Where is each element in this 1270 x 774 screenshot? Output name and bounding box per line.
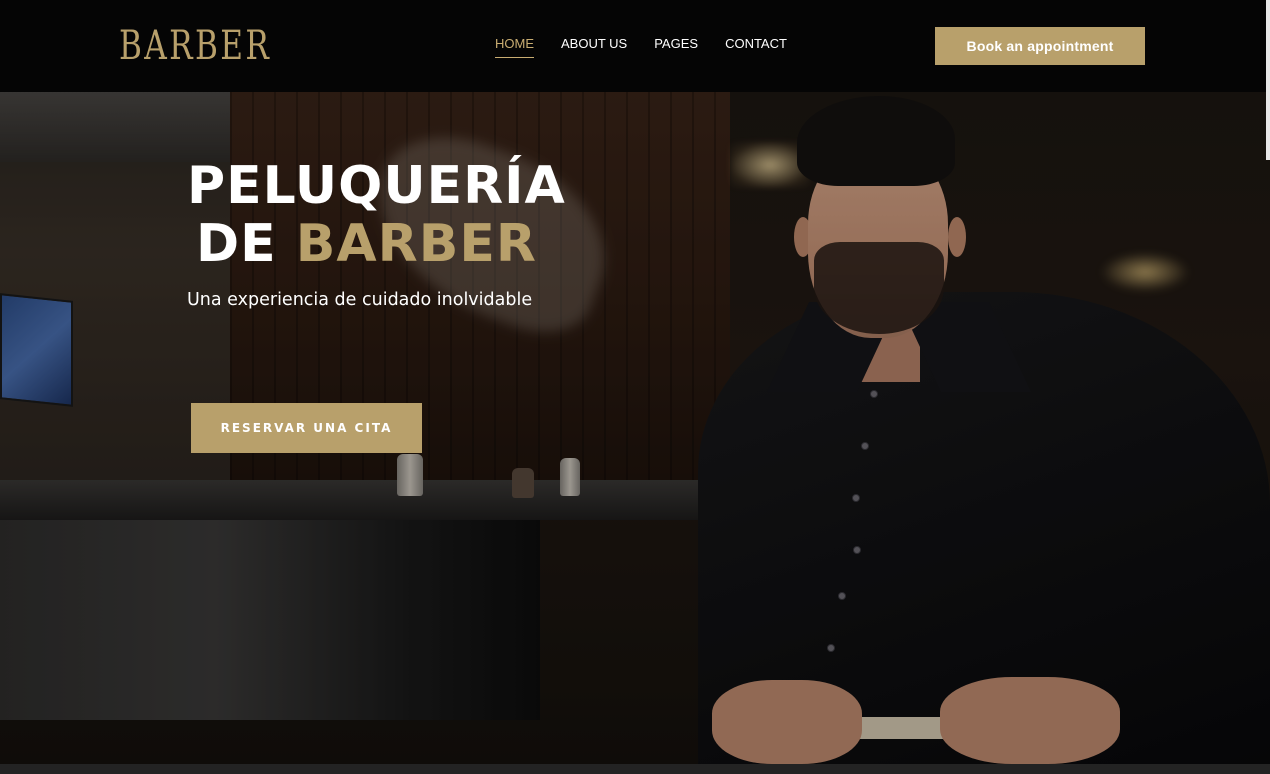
barber-ear-right [948,217,966,257]
nav-item-pages[interactable]: PAGES [654,36,698,58]
shirt-button [870,390,878,398]
shirt-button [838,592,846,600]
hero-title: PELUQUERÍA DE BARBER [187,157,647,273]
background-counter [0,480,740,520]
shirt-button [827,644,835,652]
nav-item-contact[interactable]: CONTACT [725,36,787,58]
nav-item-about-us[interactable]: ABOUT US [561,36,627,58]
barber-beard [814,242,944,334]
hero-title-de: DE [196,214,296,274]
page-scrollbar[interactable] [1266,0,1270,160]
hero-subtitle: Una experiencia de cuidado inolvidable [187,290,533,310]
nav-item-home[interactable]: HOME [495,36,534,58]
footer-strip [0,764,1270,774]
shirt-button [861,442,869,450]
site-logo[interactable]: BARBER [119,25,271,67]
shirt-button [853,546,861,554]
background-bottle [397,454,423,496]
hero-title-line1: PELUQUERÍA [187,156,566,216]
book-appointment-button[interactable]: Book an appointment [935,27,1145,65]
main-nav: HOME ABOUT US PAGES CONTACT [495,36,814,58]
barber-hand-right [940,677,1120,764]
site-header: BARBER HOME ABOUT US PAGES CONTACT Book … [0,0,1270,92]
barber-hand-left [712,680,862,764]
hero-barber-photo [690,92,1270,764]
background-bottle [560,458,580,496]
hero-title-barber: BARBER [295,214,537,274]
reserve-appointment-button[interactable]: RESERVAR UNA CITA [191,403,422,453]
hero-title-line2: DE BARBER [187,215,647,273]
background-ceiling [0,92,230,162]
background-cup [512,468,534,498]
shirt-button [852,494,860,502]
background-cabinet [0,520,540,720]
background-tv [0,293,73,407]
barber-hair [797,96,955,186]
